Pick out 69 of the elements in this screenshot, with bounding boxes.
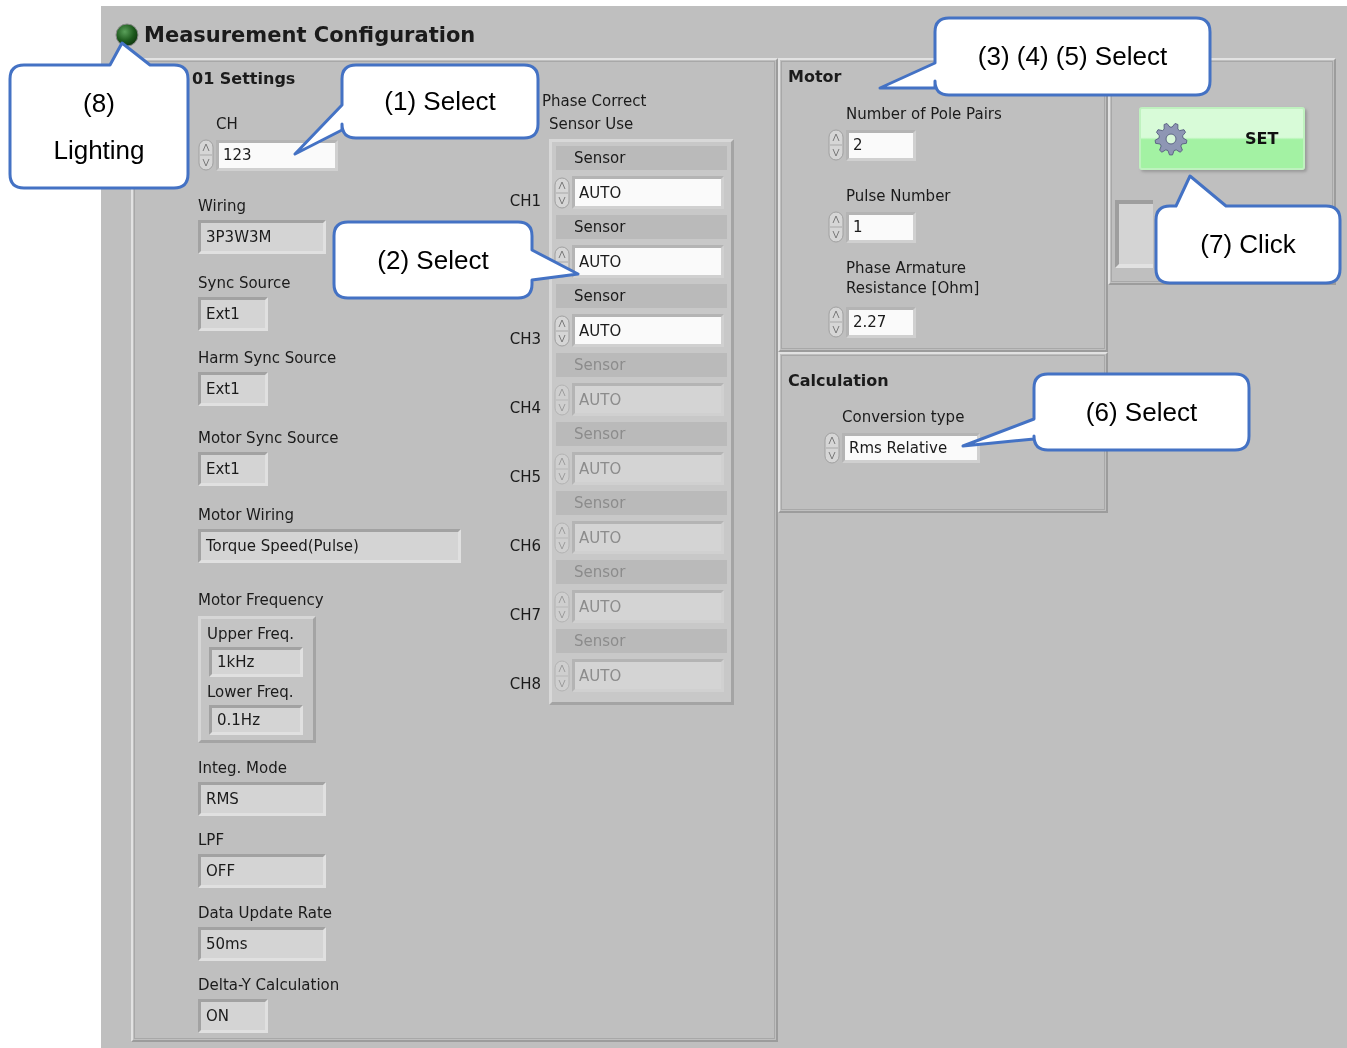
gear-icon bbox=[1153, 120, 1189, 157]
spinner-control[interactable] bbox=[828, 129, 844, 161]
field-label: Upper Freq. bbox=[207, 624, 295, 644]
number-field[interactable]: 2.27 bbox=[846, 306, 916, 338]
number-field[interactable]: Rms Relative bbox=[842, 433, 980, 463]
value-display: Ext1 bbox=[198, 372, 268, 406]
field-label: Sensor bbox=[556, 284, 727, 308]
panel-title: Calculation bbox=[788, 370, 889, 392]
field-label: Motor Sync Source bbox=[198, 428, 339, 448]
spinner-control[interactable] bbox=[828, 211, 844, 243]
value-display: 1kHz bbox=[209, 647, 303, 677]
field-label: Motor Wiring bbox=[198, 505, 295, 525]
panel-title: 01 Settings bbox=[192, 68, 296, 90]
value-display: OFF bbox=[198, 854, 326, 888]
value-display: Ext1 bbox=[198, 297, 268, 331]
field-label: Wiring bbox=[198, 196, 247, 216]
field-label: Sensor bbox=[556, 215, 727, 239]
value-field[interactable]: AUTO bbox=[572, 176, 724, 209]
field-label: Motor Frequency bbox=[198, 590, 324, 610]
field-label: Data Update Rate bbox=[198, 903, 333, 923]
channel-label: CH7 bbox=[509, 606, 541, 624]
panel-title: Motor bbox=[788, 66, 842, 88]
callout-text: (1) Select bbox=[384, 85, 496, 118]
value-field[interactable]: AUTO bbox=[572, 314, 724, 347]
spinner-control[interactable] bbox=[198, 139, 214, 171]
spinner-control[interactable] bbox=[554, 314, 570, 347]
set-button[interactable]: SET bbox=[1139, 107, 1305, 170]
value-display: 3P3W3M bbox=[198, 220, 326, 254]
channel-label: CH3 bbox=[509, 330, 541, 348]
number-field[interactable]: 123 bbox=[216, 139, 338, 171]
number-field[interactable]: 1 bbox=[846, 211, 916, 243]
spinner-control[interactable] bbox=[824, 432, 840, 464]
channel-label: CH6 bbox=[509, 537, 541, 555]
field-label: Lower Freq. bbox=[207, 682, 294, 702]
blank-indicator bbox=[1115, 200, 1153, 268]
callout-text: (8) Lighting bbox=[53, 86, 145, 167]
value-display: 0.1Hz bbox=[209, 705, 303, 735]
column-heading: Phase Correct bbox=[542, 91, 647, 112]
channel-label: CH8 bbox=[509, 675, 541, 693]
column-heading: Sensor Use bbox=[549, 114, 634, 135]
field-label: Number of Pole Pairs bbox=[845, 104, 1002, 124]
channel-label: CH4 bbox=[509, 399, 541, 417]
field-label: Sync Source bbox=[198, 273, 291, 293]
field-label: Sensor bbox=[556, 146, 727, 170]
field-label: Harm Sync Source bbox=[198, 348, 337, 368]
led-icon bbox=[115, 23, 139, 47]
field-label: Conversion type bbox=[841, 407, 965, 427]
value-display: 50ms bbox=[198, 927, 326, 961]
channel-label: CH5 bbox=[509, 468, 541, 486]
spinner-control[interactable] bbox=[554, 176, 570, 209]
value-display: ON bbox=[198, 999, 268, 1033]
field-label: Phase Armature Resistance [Ohm] bbox=[845, 258, 980, 298]
field-label: Pulse Number bbox=[845, 186, 951, 206]
value-field[interactable]: AUTO bbox=[572, 245, 724, 278]
number-field[interactable]: 2 bbox=[846, 129, 916, 161]
value-display: RMS bbox=[198, 782, 326, 816]
callout-text: (3) (4) (5) Select bbox=[977, 40, 1168, 73]
channel-label: CH1 bbox=[509, 192, 541, 210]
callout-text: (6) Select bbox=[1085, 395, 1198, 429]
field-label: CH bbox=[215, 114, 238, 134]
field-label: LPF bbox=[198, 830, 225, 850]
callout-text: (2) Select bbox=[377, 243, 489, 277]
value-display: Torque Speed(Pulse) bbox=[198, 529, 461, 563]
field-label: Integ. Mode bbox=[198, 758, 287, 778]
spinner-control[interactable] bbox=[828, 306, 844, 338]
callout-text: (7) Click bbox=[1200, 228, 1296, 261]
window-title: Measurement Configuration bbox=[144, 23, 476, 47]
value-display: Ext1 bbox=[198, 452, 268, 486]
field-label: Delta-Y Calculation bbox=[198, 975, 340, 995]
